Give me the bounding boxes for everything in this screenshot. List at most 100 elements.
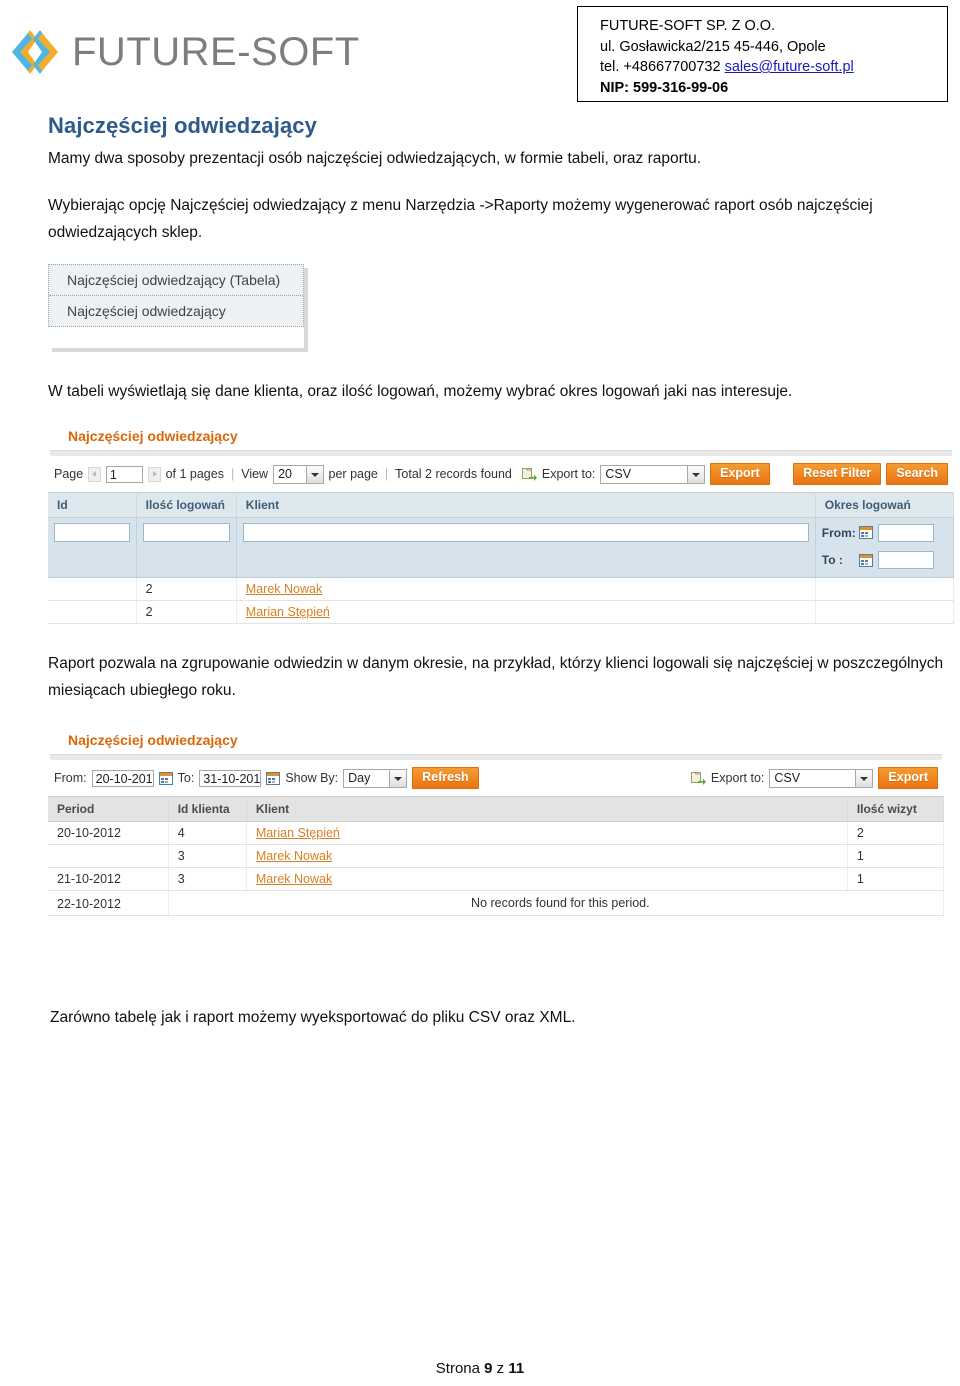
- report-export-to-label: Export to:: [710, 771, 765, 785]
- total-records-label: Total 2 records found: [395, 467, 512, 481]
- client-link[interactable]: Marek Nowak: [256, 872, 332, 886]
- export-format-select[interactable]: CSV: [600, 464, 706, 484]
- footer-page-number: 9: [484, 1360, 493, 1377]
- column-header-id[interactable]: Id: [48, 492, 137, 518]
- page-title: Najczęściej odwiedzający: [48, 113, 317, 138]
- filter-input-logins[interactable]: [142, 523, 230, 542]
- grid-table-toolbar: Page 1 of 1 pages | View 20 per page | T…: [48, 456, 954, 492]
- cell-id: [48, 577, 137, 601]
- filter-cell-id: [48, 517, 137, 547]
- column-header-period[interactable]: Period: [48, 796, 169, 822]
- page-input[interactable]: 1: [105, 465, 143, 483]
- show-by-select[interactable]: Day: [343, 768, 408, 788]
- client-link[interactable]: Marek Nowak: [256, 849, 332, 863]
- column-header-client-id[interactable]: Id klienta: [168, 796, 247, 822]
- table-row[interactable]: 3 Marek Nowak 1: [48, 844, 945, 868]
- export-to-label: Export to:: [541, 467, 596, 481]
- grid-report-screenshot: Najczęściej odwiedzający From: 20-10-201…: [48, 724, 945, 916]
- cell-visits: 1: [847, 867, 945, 891]
- company-nip: NIP: 599-316-99-06: [600, 79, 729, 96]
- menu-item-table[interactable]: Najczęściej odwiedzający (Tabela): [49, 265, 303, 295]
- contact-info-box: FUTURE-SOFT SP. Z O.O. ul. Gosławicka2/2…: [577, 6, 948, 102]
- export-icon: [690, 771, 706, 785]
- arrow-right-icon[interactable]: [147, 466, 161, 482]
- company-email-link[interactable]: sales@future-soft.pl: [725, 59, 854, 75]
- search-button[interactable]: Search: [886, 463, 949, 485]
- page-footer: Strona 9 z 11: [0, 1360, 960, 1377]
- grid-filter-row-secondary: To :: [48, 547, 955, 578]
- per-page-select[interactable]: 20: [273, 464, 324, 484]
- arrow-left-icon[interactable]: [88, 466, 101, 482]
- show-by-label: Show By:: [285, 771, 339, 785]
- filter-cell-period-from: From:: [815, 517, 955, 547]
- logo-wordmark: FUTURE-SOFT: [72, 29, 360, 74]
- menu-item-report[interactable]: Najczęściej odwiedzający: [49, 295, 303, 326]
- filter-input-client[interactable]: [242, 523, 809, 542]
- filter-cell-logins-blank: [136, 547, 237, 578]
- client-link[interactable]: Marian Stępień: [256, 826, 340, 840]
- paragraph-5: Zarówno tabelę jak i raport możemy wyeks…: [50, 1009, 576, 1026]
- toolbar-separator-2: |: [384, 467, 389, 481]
- cell-period: [815, 600, 955, 624]
- show-by-value: Day: [348, 771, 371, 785]
- table-row[interactable]: 2 Marek Nowak: [48, 577, 955, 601]
- table-row[interactable]: 2 Marian Stępień: [48, 600, 955, 624]
- export-format-value: CSV: [605, 467, 632, 481]
- cell-logins: 2: [136, 577, 237, 601]
- cell-period: 21-10-2012: [48, 867, 169, 891]
- grid-report-toolbar: From: 20-10-201: To: 31-10-201: Show By:…: [48, 760, 944, 796]
- calendar-icon[interactable]: [858, 553, 873, 567]
- column-header-client[interactable]: Klient: [246, 796, 848, 822]
- client-link[interactable]: Marian Stępień: [246, 605, 330, 619]
- cell-client-id: 3: [168, 867, 247, 891]
- reset-filter-button[interactable]: Reset Filter: [793, 463, 882, 485]
- view-label: View: [241, 467, 269, 481]
- grid-filter-row: From:: [48, 517, 955, 547]
- chevron-down-icon: [305, 465, 323, 483]
- cell-period: 20-10-2012: [48, 821, 169, 845]
- company-phone-email: tel. +48667700732 sales@future-soft.pl: [600, 57, 947, 78]
- report-from-label: From:: [54, 771, 87, 785]
- cell-visits: 2: [847, 821, 945, 845]
- cell-client: Marian Stępień: [246, 821, 848, 845]
- cell-client: Marian Stępień: [236, 600, 816, 624]
- column-header-logins[interactable]: Ilość logowań: [136, 492, 237, 518]
- no-records-message: No records found for this period.: [168, 890, 945, 916]
- column-header-visits[interactable]: Ilość wizyt: [847, 796, 945, 822]
- of-pages-label: of 1 pages: [165, 467, 224, 481]
- report-to-input[interactable]: 31-10-201:: [199, 769, 262, 787]
- column-header-period[interactable]: Okres logowań: [815, 492, 955, 518]
- report-from-input[interactable]: 20-10-201:: [91, 769, 154, 787]
- column-header-client[interactable]: Klient: [236, 492, 816, 518]
- footer-middle: z: [492, 1360, 509, 1377]
- filter-input-from[interactable]: [877, 523, 934, 542]
- cell-client: Marek Nowak: [246, 867, 848, 891]
- grid-header-row: Id Ilość logowań Klient Okres logowań: [48, 492, 955, 518]
- filter-from-label: From:: [821, 525, 856, 540]
- footer-prefix: Strona: [435, 1360, 485, 1377]
- table-row[interactable]: 21-10-2012 3 Marek Nowak 1: [48, 867, 945, 891]
- toolbar-separator-1: |: [230, 467, 235, 481]
- export-icon: [521, 467, 537, 481]
- cell-client: Marek Nowak: [246, 844, 848, 868]
- cell-period: [48, 844, 169, 868]
- paragraph-4: Raport pozwala na zgrupowanie odwiedzin …: [48, 655, 944, 699]
- calendar-icon[interactable]: [266, 771, 281, 785]
- refresh-button[interactable]: Refresh: [412, 767, 479, 789]
- filter-input-id[interactable]: [54, 523, 130, 542]
- report-header-row: Period Id klienta Klient Ilość wizyt: [48, 796, 945, 822]
- visitors-grid: Id Ilość logowań Klient Okres logowań Fr…: [48, 492, 955, 624]
- report-export-button[interactable]: Export: [878, 767, 938, 789]
- filter-input-to[interactable]: [877, 551, 934, 569]
- filter-cell-period-to: To :: [815, 547, 955, 578]
- report-export-format-select[interactable]: CSV: [769, 768, 874, 788]
- table-row[interactable]: 20-10-2012 4 Marian Stępień 2: [48, 821, 945, 845]
- filter-cell-client: [236, 517, 816, 547]
- calendar-icon[interactable]: [158, 771, 173, 785]
- client-link[interactable]: Marek Nowak: [246, 582, 322, 596]
- export-button[interactable]: Export: [710, 463, 770, 485]
- filter-to-label: To :: [821, 553, 843, 567]
- grid-table-screenshot: Najczęściej odwiedzający Page 1 of 1 pag…: [48, 420, 955, 624]
- chevron-diamond-logo-icon: [8, 26, 60, 78]
- calendar-icon[interactable]: [858, 526, 873, 539]
